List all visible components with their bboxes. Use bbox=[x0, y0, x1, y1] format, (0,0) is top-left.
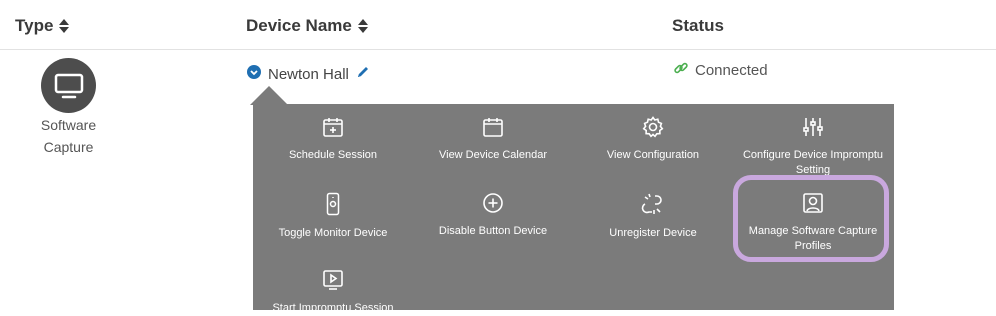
menu-item-label: Unregister Device bbox=[609, 227, 697, 239]
pencil-icon[interactable] bbox=[356, 65, 370, 83]
menu-item-disable-button-device[interactable]: Disable Button Device bbox=[428, 192, 558, 239]
link-icon bbox=[673, 60, 689, 80]
menu-item-label: Schedule Session bbox=[288, 149, 378, 161]
menu-item-view-configuration[interactable]: View Configuration bbox=[588, 116, 718, 163]
menu-item-label: Configure Device Impromptu Setting bbox=[742, 149, 883, 176]
calendar-icon bbox=[482, 116, 504, 148]
menu-item-label: View Device Calendar bbox=[438, 149, 548, 161]
header-device-name-label: Device Name bbox=[246, 16, 352, 35]
column-header-type[interactable]: Type bbox=[15, 16, 70, 36]
header-type-label: Type bbox=[15, 16, 54, 35]
plus-circle-icon bbox=[482, 192, 504, 224]
header-divider bbox=[0, 49, 996, 50]
menu-item-toggle-monitor-device[interactable]: Toggle Monitor Device bbox=[268, 192, 398, 241]
menu-item-configure-impromptu[interactable]: Configure Device Impromptu Setting bbox=[738, 116, 888, 178]
header-status-label: Status bbox=[672, 16, 724, 35]
menu-item-label: Start Impromptu Session bbox=[272, 302, 394, 314]
device-name-text: Newton Hall bbox=[268, 65, 349, 83]
monitor-icon bbox=[41, 58, 96, 113]
menu-item-label: Disable Button Device bbox=[438, 225, 548, 237]
menu-item-view-device-calendar[interactable]: View Device Calendar bbox=[428, 116, 558, 163]
sort-icon[interactable] bbox=[357, 19, 368, 33]
column-header-status: Status bbox=[672, 16, 724, 36]
column-header-device-name[interactable]: Device Name bbox=[246, 16, 368, 36]
sliders-icon bbox=[802, 116, 824, 148]
highlight-ring bbox=[733, 175, 889, 262]
sort-icon[interactable] bbox=[59, 19, 70, 33]
device-type-label: Software Capture bbox=[40, 117, 97, 155]
play-screen-icon bbox=[322, 269, 344, 301]
menu-item-label: View Configuration bbox=[606, 149, 700, 161]
menu-item-start-impromptu-session[interactable]: Start Impromptu Session bbox=[268, 269, 398, 316]
menu-pointer bbox=[250, 86, 288, 105]
device-name-cell: Newton Hall bbox=[247, 65, 370, 83]
status-cell: Connected bbox=[673, 60, 768, 80]
status-text: Connected bbox=[695, 61, 768, 79]
calendar-plus-icon bbox=[322, 116, 344, 148]
menu-item-label: Toggle Monitor Device bbox=[278, 227, 388, 239]
menu-item-unregister-device[interactable]: Unregister Device bbox=[588, 192, 718, 241]
remote-icon bbox=[326, 192, 340, 226]
chevron-down-circle-icon[interactable] bbox=[247, 65, 261, 83]
broken-link-icon bbox=[640, 192, 666, 226]
menu-item-schedule-session[interactable]: Schedule Session bbox=[268, 116, 398, 163]
gear-icon bbox=[642, 116, 664, 148]
